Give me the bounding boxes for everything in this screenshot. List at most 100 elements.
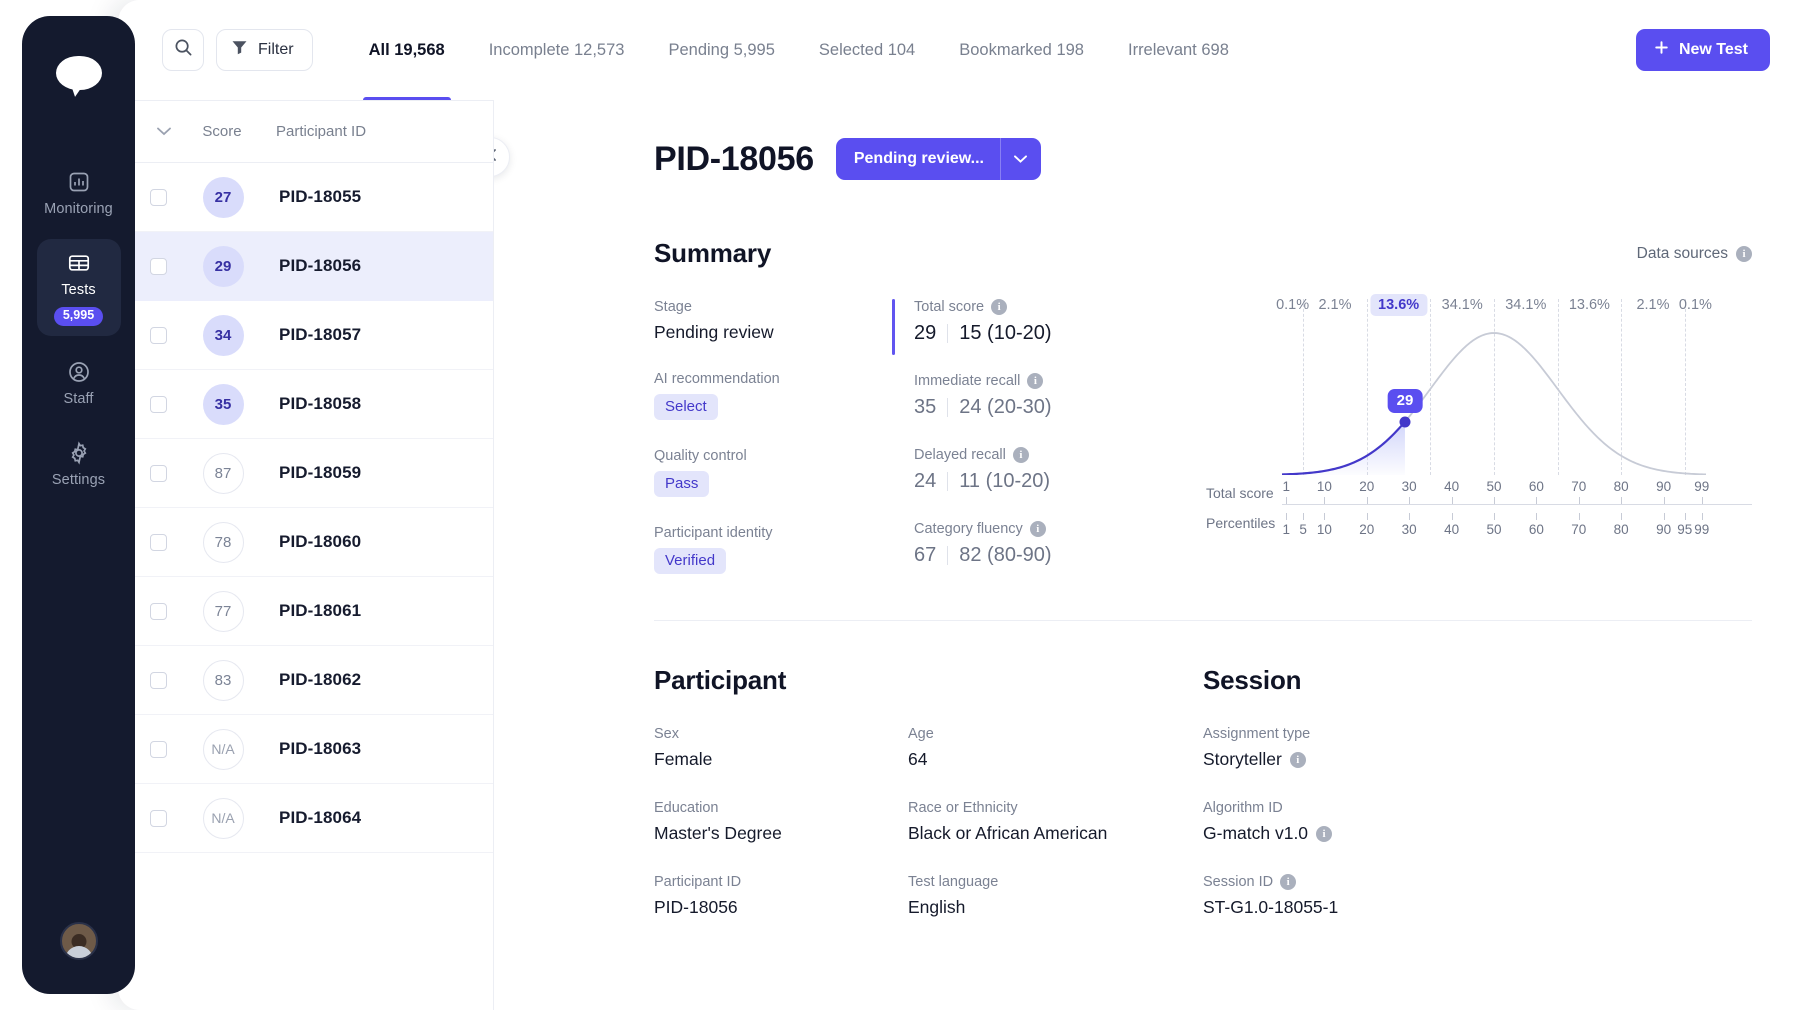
avatar[interactable] bbox=[59, 922, 98, 960]
row-checkbox[interactable] bbox=[150, 809, 167, 827]
score-primary: 29 bbox=[914, 322, 937, 344]
row-participant-id: PID-18064 bbox=[279, 808, 362, 827]
axis-tick bbox=[1701, 513, 1703, 520]
sidebar-item-tests[interactable]: Tests 5,995 bbox=[36, 239, 121, 336]
field-value: 67 82 (80-90) bbox=[914, 544, 1180, 567]
column-header-score[interactable]: Score bbox=[178, 123, 266, 140]
table-row[interactable]: 27 PID-18055 bbox=[118, 163, 518, 232]
filter-tabs: All 19,568 Incomplete 12,573 Pending 5,9… bbox=[347, 0, 1251, 100]
row-checkbox[interactable] bbox=[150, 464, 167, 482]
chevron-down-icon[interactable] bbox=[1001, 155, 1041, 163]
detail-panel: PID-18056 Pending review... Summary Data bbox=[493, 100, 1816, 1010]
field-value: English bbox=[908, 897, 966, 917]
bar-chart-icon bbox=[67, 170, 91, 194]
axis-tick bbox=[1701, 497, 1703, 504]
row-participant-id: PID-18063 bbox=[279, 739, 362, 758]
score-badge: 77 bbox=[202, 590, 244, 632]
info-icon[interactable]: i bbox=[1280, 874, 1297, 890]
axis-tick-label: 30 bbox=[1401, 522, 1417, 537]
table-row[interactable]: 78 PID-18060 bbox=[118, 508, 518, 577]
score-badge: 83 bbox=[202, 659, 244, 701]
field-label: Participant ID bbox=[654, 874, 742, 890]
table-row[interactable]: N/A PID-18064 bbox=[118, 784, 518, 853]
field-label: Age bbox=[908, 726, 934, 742]
score-primary: 35 bbox=[914, 396, 937, 418]
field-session-id: Session ID i ST-G1.0-18055-1 bbox=[1203, 874, 1457, 918]
info-icon[interactable]: i bbox=[1736, 245, 1752, 262]
tab-bookmarked[interactable]: Bookmarked 198 bbox=[937, 0, 1106, 100]
plus-icon bbox=[1654, 40, 1669, 60]
row-checkbox[interactable] bbox=[150, 326, 167, 344]
info-icon[interactable]: i bbox=[991, 299, 1008, 315]
axis-label: Total score bbox=[1206, 485, 1274, 501]
info-icon[interactable]: i bbox=[1029, 521, 1046, 537]
field-label: Category fluency i bbox=[914, 521, 1180, 537]
axis-tick-label: 90 bbox=[1656, 479, 1672, 494]
field-immediate-recall: Immediate recall i 35 24 (20-30) bbox=[914, 373, 1180, 419]
participant-session-wrap: Participant Sex Female Education Master'… bbox=[654, 665, 1752, 948]
tab-all[interactable]: All 19,568 bbox=[347, 0, 467, 100]
table-row[interactable]: 34 PID-18057 bbox=[118, 301, 518, 370]
sidebar-item-settings[interactable]: Settings bbox=[37, 429, 121, 498]
tab-selected[interactable]: Selected 104 bbox=[797, 0, 937, 100]
axis-tick-label: 60 bbox=[1528, 479, 1544, 494]
sidebar-item-staff[interactable]: Staff bbox=[37, 348, 121, 417]
table-row[interactable]: 29 PID-18056 bbox=[118, 232, 518, 301]
table-row[interactable]: 77 PID-18061 bbox=[118, 577, 518, 646]
axis-tick-label: 10 bbox=[1316, 522, 1332, 537]
tab-irrelevant[interactable]: Irrelevant 698 bbox=[1106, 0, 1251, 100]
status-dropdown[interactable]: Pending review... bbox=[835, 138, 1041, 180]
funnel-icon bbox=[231, 39, 248, 61]
gear-icon bbox=[67, 441, 91, 465]
detail-header: PID-18056 Pending review... bbox=[494, 100, 1816, 180]
info-icon[interactable]: i bbox=[1012, 447, 1029, 463]
table-row[interactable]: 83 PID-18062 bbox=[118, 646, 518, 715]
row-checkbox[interactable] bbox=[150, 671, 167, 689]
search-button[interactable] bbox=[162, 29, 204, 71]
participant-section: Participant Sex Female Education Master'… bbox=[654, 665, 1203, 948]
row-checkbox[interactable] bbox=[150, 740, 167, 758]
axis-tick-label: 80 bbox=[1613, 479, 1629, 494]
summary-section: Summary Data sources i Stage Pending rev… bbox=[494, 238, 1816, 948]
chart-axis: Total score 1 10 20 30 40 50 60 70 80 90 99 bbox=[1206, 479, 1752, 513]
row-checkbox[interactable] bbox=[150, 188, 167, 206]
info-icon[interactable]: i bbox=[1316, 825, 1333, 842]
sidebar-tests-badge: 5,995 bbox=[53, 307, 104, 326]
table-row[interactable]: 35 PID-18058 bbox=[118, 370, 518, 439]
row-checkbox[interactable] bbox=[150, 533, 167, 551]
filter-button[interactable]: Filter bbox=[216, 29, 313, 71]
table-row[interactable]: N/A PID-18063 bbox=[118, 715, 518, 784]
field-value: Pending review bbox=[654, 322, 774, 342]
new-test-button[interactable]: New Test bbox=[1635, 29, 1770, 71]
axis-tick-label: 99 bbox=[1694, 522, 1710, 537]
info-icon[interactable]: i bbox=[1027, 373, 1044, 389]
row-checkbox[interactable] bbox=[150, 257, 167, 275]
filter-label: Filter bbox=[258, 41, 294, 58]
field-total-score: Total score i 29 15 (10-20) bbox=[914, 299, 1180, 345]
chevron-down-icon[interactable] bbox=[150, 127, 178, 136]
column-header-participant-id[interactable]: Participant ID bbox=[276, 123, 366, 140]
row-participant-id: PID-18061 bbox=[279, 601, 362, 620]
status-badge: Select bbox=[654, 394, 718, 420]
axis-tick-label: 99 bbox=[1694, 479, 1710, 494]
score-badge: N/A bbox=[202, 728, 244, 770]
data-sources-label: Data sources bbox=[1636, 244, 1728, 262]
row-checkbox[interactable] bbox=[150, 395, 167, 413]
row-checkbox[interactable] bbox=[150, 602, 167, 620]
info-icon[interactable]: i bbox=[1289, 751, 1306, 768]
table-row[interactable]: 87 PID-18059 bbox=[118, 439, 518, 508]
axis-tick-label: 10 bbox=[1316, 479, 1332, 494]
row-participant-id: PID-18060 bbox=[279, 532, 362, 551]
divider bbox=[654, 620, 1752, 621]
row-participant-id: PID-18056 bbox=[279, 256, 362, 275]
divider bbox=[947, 472, 949, 491]
data-sources-link[interactable]: Data sources i bbox=[1637, 245, 1752, 263]
sidebar-item-monitoring[interactable]: Monitoring bbox=[37, 158, 121, 227]
tab-pending[interactable]: Pending 5,995 bbox=[646, 0, 796, 100]
section-title: Summary bbox=[654, 238, 772, 268]
field-label: Race or Ethnicity bbox=[908, 800, 1018, 816]
score-secondary: 11 (10-20) bbox=[959, 470, 1051, 492]
field-label: Test language bbox=[908, 874, 999, 890]
summary-scores-column: Total score i 29 15 (10-20) Immediate re… bbox=[892, 299, 1180, 574]
tab-incomplete[interactable]: Incomplete 12,573 bbox=[467, 0, 647, 100]
